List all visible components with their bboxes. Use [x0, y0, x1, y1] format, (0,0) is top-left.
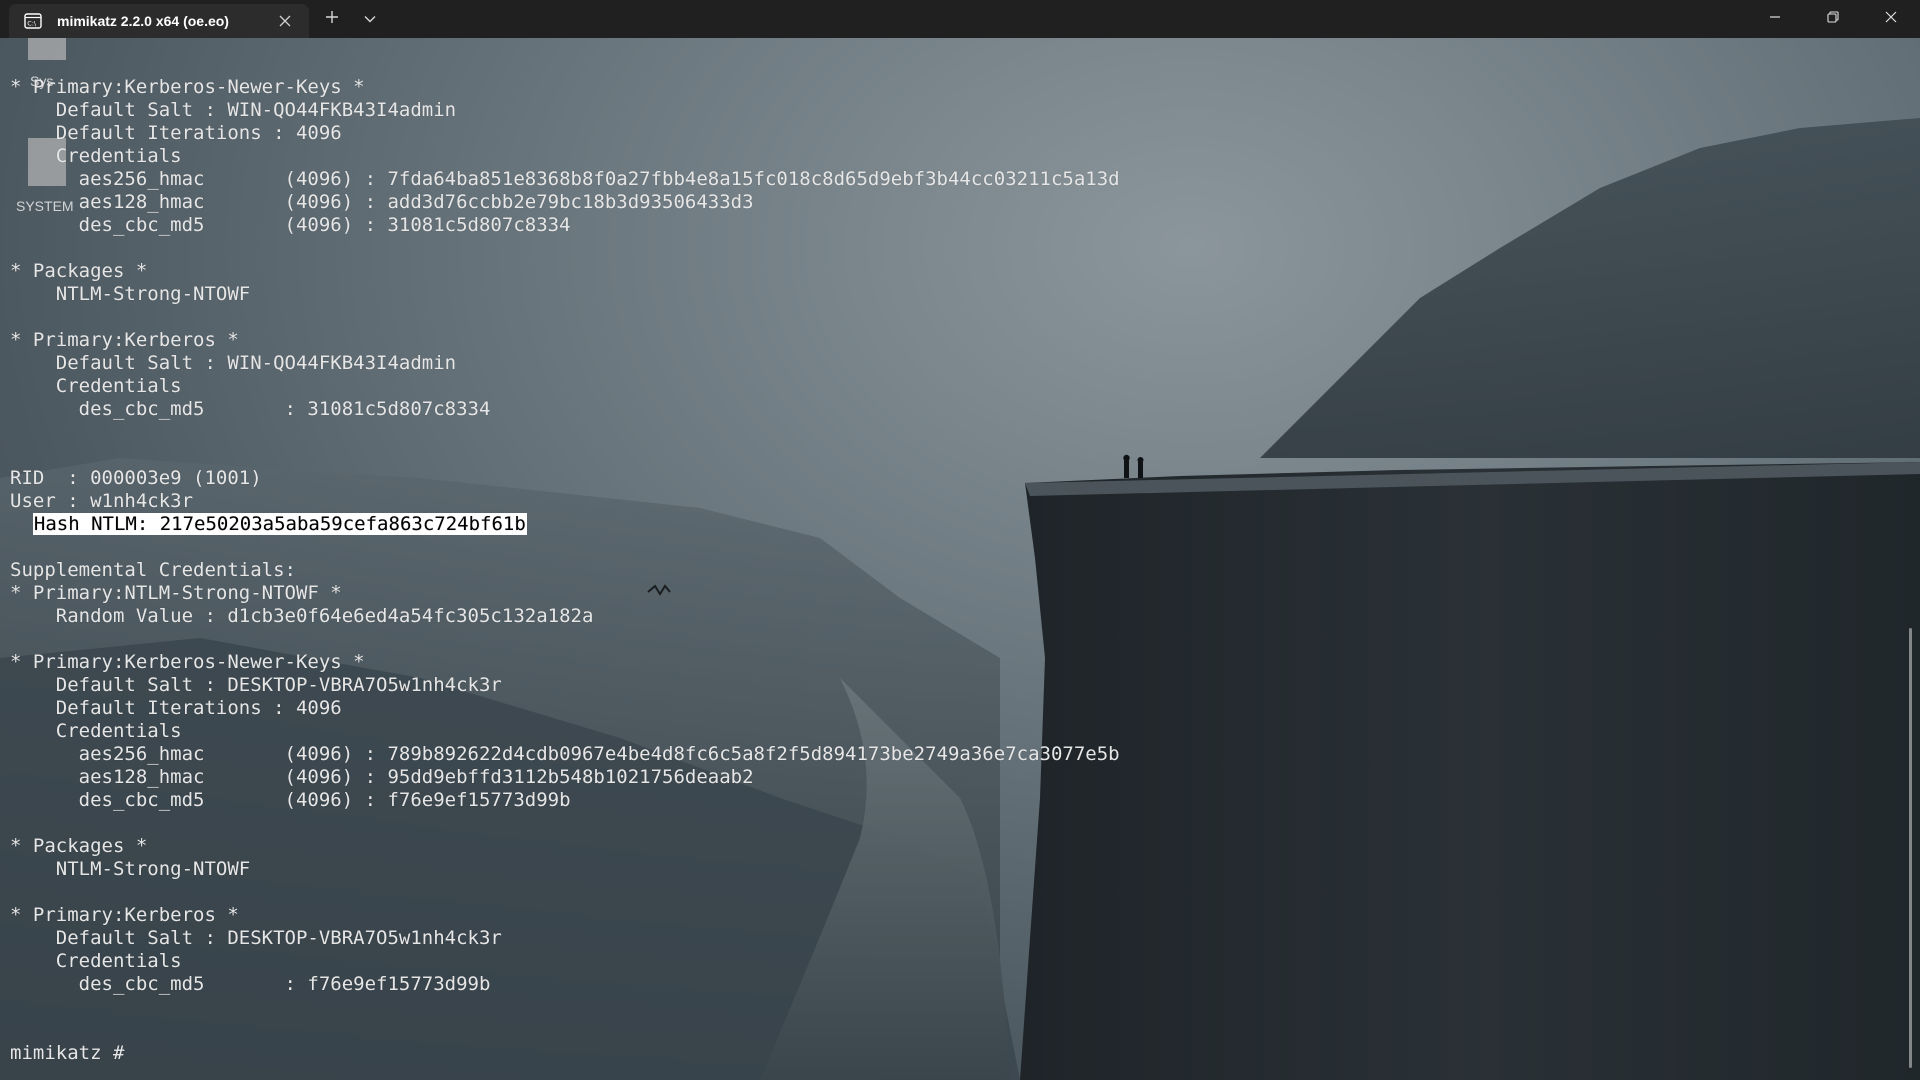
- window-close-button[interactable]: [1862, 0, 1920, 38]
- console-line: Random Value : d1cb3e0f64e6ed4a54fc305c1…: [10, 605, 594, 627]
- console-line: Credentials: [10, 145, 182, 167]
- selected-hash-ntlm[interactable]: Hash NTLM: 217e50203a5aba59cefa863c724bf…: [32, 513, 527, 535]
- console-line: Default Salt : DESKTOP-VBRA7O5w1nh4ck3r: [10, 927, 502, 949]
- console-line: des_cbc_md5 : 31081c5d807c8334: [10, 398, 491, 420]
- console-line: * Packages *: [10, 835, 148, 857]
- tab-title: mimikatz 2.2.0 x64 (oe.eo): [57, 13, 229, 29]
- svg-text:C:\: C:\: [27, 20, 37, 28]
- console-line: Default Iterations : 4096: [10, 697, 342, 719]
- plus-icon: [325, 10, 339, 29]
- tab-mimikatz[interactable]: C:\ mimikatz 2.2.0 x64 (oe.eo): [9, 4, 309, 38]
- terminal-pane[interactable]: Sys SYSTEM * Primary:Kerberos-Newer-Keys…: [0, 38, 1920, 1080]
- restore-button[interactable]: [1804, 0, 1862, 38]
- chevron-down-icon: [364, 10, 376, 28]
- console-line: des_cbc_md5 : f76e9ef15773d99b: [10, 973, 491, 995]
- console-line: Credentials: [10, 720, 182, 742]
- console-line: * Primary:Kerberos *: [10, 904, 239, 926]
- console-line: mimikatz #: [10, 1042, 125, 1064]
- console-line: aes128_hmac (4096) : 95dd9ebffd3112b548b…: [10, 766, 754, 788]
- console-line: Default Salt : DESKTOP-VBRA7O5w1nh4ck3r: [10, 674, 502, 696]
- minimize-icon: [1769, 10, 1781, 28]
- restore-icon: [1827, 10, 1839, 28]
- console-line: aes128_hmac (4096) : add3d76ccbb2e79bc18…: [10, 191, 754, 213]
- console-line: User : w1nh4ck3r: [10, 490, 194, 512]
- minimize-button[interactable]: [1746, 0, 1804, 38]
- console-line: Credentials: [10, 950, 182, 972]
- console-line: RID : 000003e9 (1001): [10, 467, 262, 489]
- desktop-icon: [28, 38, 66, 60]
- console-line: aes256_hmac (4096) : 7fda64ba851e8368b8f…: [10, 168, 1120, 190]
- console-line: * Primary:Kerberos *: [10, 329, 239, 351]
- console-line: Hash NTLM: 217e50203a5aba59cefa863c724bf…: [10, 513, 1120, 536]
- terminal-icon: C:\: [23, 11, 43, 31]
- terminal-window: C:\ mimikatz 2.2.0 x64 (oe.eo) Sys SYSTE…: [0, 0, 1920, 1080]
- console-line: NTLM-Strong-NTOWF: [10, 283, 251, 305]
- console-line: des_cbc_md5 (4096) : 31081c5d807c8334: [10, 214, 571, 236]
- console-line: aes256_hmac (4096) : 789b892622d4cdb0967…: [10, 743, 1120, 765]
- console-line: * Primary:Kerberos-Newer-Keys *: [10, 651, 365, 673]
- console-line: Credentials: [10, 375, 182, 397]
- title-bar: C:\ mimikatz 2.2.0 x64 (oe.eo): [0, 0, 1920, 38]
- window-close-icon: [1885, 10, 1897, 28]
- console-line: * Primary:Kerberos-Newer-Keys *: [10, 76, 365, 98]
- new-tab-button[interactable]: [313, 0, 351, 38]
- console-line-prefix: [10, 513, 33, 535]
- console-line: Supplemental Credentials:: [10, 559, 296, 581]
- console-line: Default Salt : WIN-QO44FKB43I4admin: [10, 352, 457, 374]
- console-line: NTLM-Strong-NTOWF: [10, 858, 251, 880]
- console-line: des_cbc_md5 (4096) : f76e9ef15773d99b: [10, 789, 571, 811]
- console-line: Default Iterations : 4096: [10, 122, 342, 144]
- console-line: Default Salt : WIN-QO44FKB43I4admin: [10, 99, 457, 121]
- close-icon[interactable]: [271, 7, 299, 35]
- console-output: * Primary:Kerberos-Newer-Keys * Default …: [10, 76, 1120, 1065]
- scrollbar[interactable]: [1909, 628, 1912, 1068]
- tab-dropdown-button[interactable]: [351, 0, 389, 38]
- console-line: * Primary:NTLM-Strong-NTOWF *: [10, 582, 342, 604]
- window-controls: [1746, 0, 1920, 38]
- console-line: * Packages *: [10, 260, 148, 282]
